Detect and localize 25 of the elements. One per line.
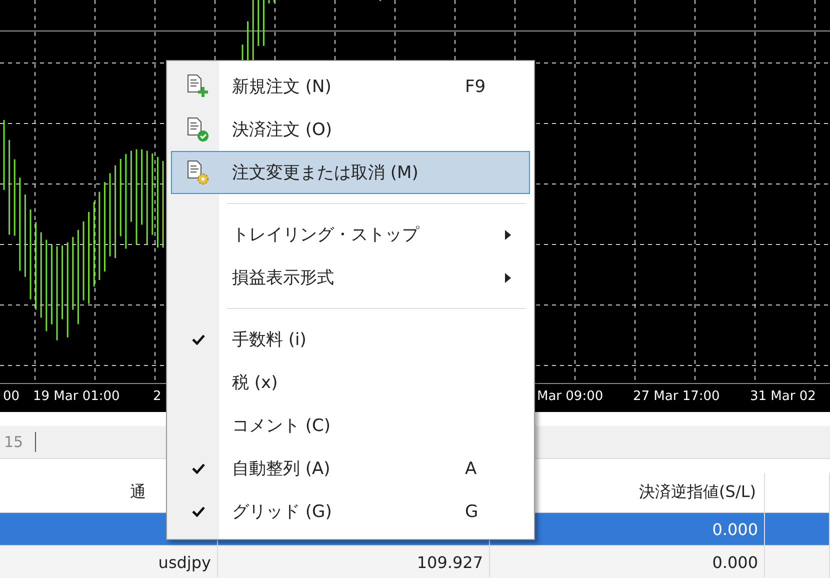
time-axis-label: 31 Mar 02 [750,389,816,404]
table-cell: 109.927 [218,546,490,578]
table-cell: usdjpy [0,546,218,578]
menu-item[interactable]: 損益表示形式 [171,256,530,299]
menu-item[interactable]: 税 (x) [171,361,530,404]
menu-item[interactable]: コメント (C) [171,404,530,447]
time-axis-label: 2 [153,389,162,404]
time-axis-label: 19 Mar 01:00 [33,389,120,404]
document-plus-icon [186,74,210,100]
document-check-icon [186,116,210,142]
document-gear-icon [186,160,210,186]
table-cell [765,513,830,546]
menu-item[interactable]: 決済注文 (O) [171,108,530,151]
menu-item[interactable]: 注文変更または取消 (M) [171,151,530,194]
tab-label: 15 [4,433,24,451]
time-axis-label: Mar 09:00 [537,389,604,404]
menu-item[interactable]: 新規注文 (N) F9 [171,65,530,108]
time-axis-label: 00 [3,389,20,404]
menu-item[interactable]: 手数料 (i) [171,318,530,361]
submenu-arrow-icon [505,230,511,240]
submenu-arrow-icon [505,272,511,282]
table-cell [765,546,830,578]
table-cell: 0.000 [490,546,765,578]
menu-item[interactable]: トレイリング・ストップ [171,213,530,256]
time-axis-label: 27 Mar 17:00 [633,389,720,404]
